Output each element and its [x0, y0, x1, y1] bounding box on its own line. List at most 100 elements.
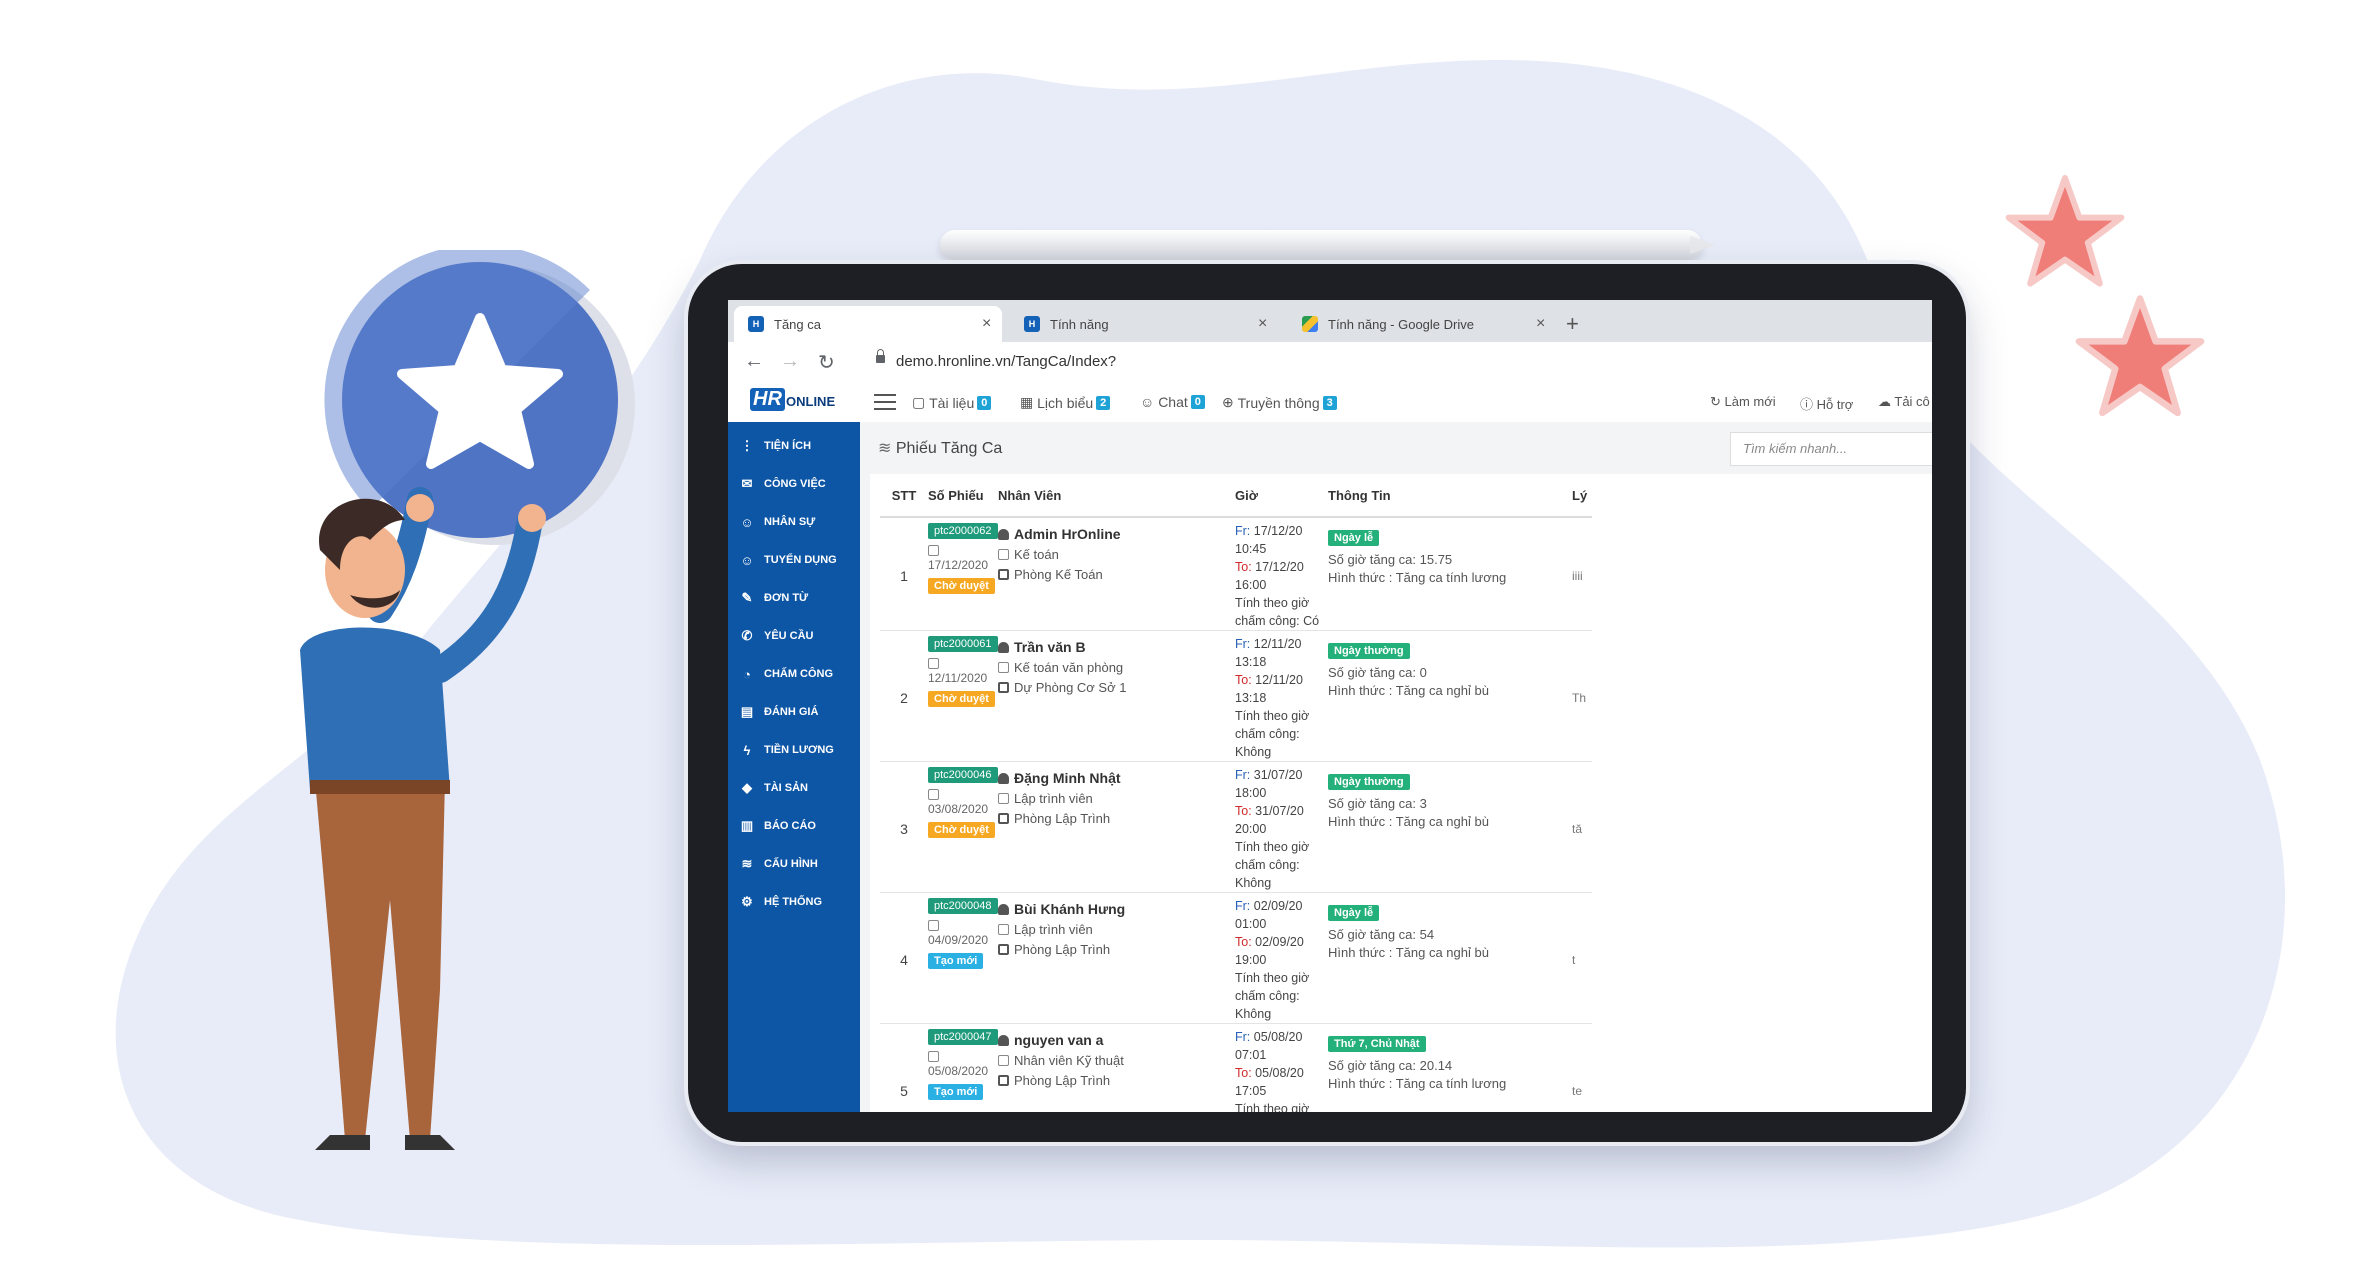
hronline-logo[interactable]: HR ONLINE — [728, 382, 860, 422]
col-nhan-vien[interactable]: Nhân Viên — [998, 474, 1235, 518]
browser-tab-tang-ca[interactable]: H Tăng ca × — [734, 306, 1002, 342]
employee-name[interactable]: Trần văn B — [998, 639, 1235, 655]
employee-name[interactable]: Bùi Khánh Hưng — [998, 901, 1235, 917]
close-tab-icon[interactable]: × — [1536, 315, 1545, 333]
book-icon: ▤ — [740, 704, 754, 719]
col-ly-do[interactable]: Lý — [1572, 474, 1592, 518]
row-reason: iiii — [1572, 517, 1592, 631]
google-drive-icon — [1302, 316, 1318, 332]
table-row[interactable]: 5 ptc2000047 05/08/2020 Tạo mới nguyen van a… — [880, 1023, 1592, 1112]
sidebar-item[interactable]: ✉ CÔNG VIỆC — [740, 474, 826, 494]
row-info: Ngày lễ Số giờ tăng ca: 15.75 Hình thức : … — [1328, 517, 1572, 631]
overtime-hours: Số giờ tăng ca: 0 — [1328, 665, 1427, 680]
table-row[interactable]: 3 ptc2000046 03/08/2020 Chờ duyệt Đặng Minh … — [880, 761, 1592, 893]
ticket-code-badge[interactable]: ptc2000061 — [928, 636, 998, 652]
refresh-icon: ↻ — [1710, 394, 1725, 409]
overtime-table-panel: STT Số Phiếu Nhân Viên Giờ Thông Tin Lý … — [870, 474, 1932, 1112]
sitemap-icon — [998, 813, 1009, 824]
refresh-button[interactable]: ↻ Làm mới — [1710, 394, 1776, 410]
overtime-form: Hình thức : Tăng ca nghỉ bù — [1328, 814, 1489, 829]
row-time: Fr: 05/08/20 07:01 To: 05/08/20 17:05 Tính… — [1235, 1023, 1328, 1112]
bar-chart-icon: ▥ — [740, 818, 754, 833]
row-reason: t — [1572, 892, 1592, 1024]
back-arrow-icon[interactable]: ← — [744, 350, 764, 373]
download-button[interactable]: ☁ Tải cô — [1878, 394, 1930, 410]
row-stt: 1 — [880, 517, 928, 631]
row-ticket: ptc2000061 12/11/2020 Chờ duyệt — [928, 630, 998, 762]
sidebar-item[interactable]: ϟ TIỀN LƯƠNG — [740, 740, 834, 760]
row-ticket: ptc2000062 17/12/2020 Chờ duyệt — [928, 517, 998, 631]
reload-icon[interactable]: ↻ — [818, 350, 835, 375]
id-card-icon — [998, 1055, 1009, 1066]
row-time: Fr: 12/11/20 13:18 To: 12/11/20 13:18 Tính… — [1235, 630, 1328, 762]
topnav-calendar[interactable]: ▦ Lịch biểu 2 — [1020, 394, 1111, 411]
table-row[interactable]: 1 ptc2000062 17/12/2020 Chờ duyệt Admin HrOn… — [880, 517, 1592, 631]
table-row[interactable]: 2 ptc2000061 12/11/2020 Chờ duyệt Trần văn B… — [880, 630, 1592, 762]
employee-name[interactable]: Admin HrOnline — [998, 526, 1235, 542]
sidebar-item[interactable]: ◆ TÀI SẢN — [740, 778, 808, 798]
ticket-code-badge[interactable]: ptc2000048 — [928, 898, 998, 914]
sidebar-item[interactable]: ⋮ TIỆN ÍCH — [740, 436, 812, 456]
sidebar-item[interactable]: ▤ ĐÁNH GIÁ — [740, 702, 819, 722]
col-stt[interactable]: STT — [880, 474, 928, 518]
browser-tab-google-drive[interactable]: Tính năng - Google Drive × — [1288, 306, 1554, 342]
sitemap-icon — [998, 682, 1009, 693]
sidebar-item[interactable]: ⚙ HỆ THỐNG — [740, 892, 822, 912]
sidebar-item[interactable]: ≋ CẤU HÌNH — [740, 854, 818, 874]
top-nav: ▢ Tài liệu 0 ▦ Lịch biểu 2 ☺ Chat 0 ⊕ Truyề… — [860, 382, 1932, 423]
calendar-icon — [928, 658, 939, 669]
status-badge: Tạo mới — [928, 953, 984, 969]
topnav-media[interactable]: ⊕ Truyền thông 3 — [1222, 394, 1337, 411]
tablet-screen: H Tăng ca × H Tính năng × Tính năng - Go… — [728, 300, 1932, 1112]
sidebar-item-label: ĐÁNH GIÁ — [764, 706, 819, 718]
row-reason: Th — [1572, 630, 1592, 762]
ticket-code-badge[interactable]: ptc2000047 — [928, 1029, 998, 1045]
ticket-date: 03/08/2020 — [928, 788, 998, 816]
row-stt: 3 — [880, 761, 928, 893]
tab-label: Tính năng - Google Drive — [1328, 316, 1474, 332]
employee-department: Phòng Kế Toán — [998, 567, 1235, 582]
url-field[interactable]: demo.hronline.vn/TangCa/Index? — [896, 353, 1116, 370]
address-bar: ← → ↻ demo.hronline.vn/TangCa/Index? — [728, 342, 1932, 383]
col-thong-tin[interactable]: Thông Tin — [1328, 474, 1572, 518]
row-info: Ngày thường Số giờ tăng ca: 0 Hình thức : … — [1328, 630, 1572, 762]
sidebar-item[interactable]: ☺ TUYỂN DỤNG — [740, 550, 836, 570]
sidebar-item[interactable]: ▥ BÁO CÁO — [740, 816, 816, 836]
sidebar-item[interactable]: ✆ YÊU CẦU — [740, 626, 814, 646]
sidebar-item-label: HỆ THỐNG — [764, 896, 823, 908]
tab-label: Tăng ca — [774, 316, 821, 332]
ticket-code-badge[interactable]: ptc2000062 — [928, 523, 998, 539]
employee-name[interactable]: nguyen van a — [998, 1032, 1235, 1048]
topnav-documents[interactable]: ▢ Tài liệu 0 — [912, 394, 992, 411]
forward-arrow-icon[interactable]: → — [780, 350, 800, 373]
sidebar-item[interactable]: ☺ NHÂN SỰ — [740, 512, 815, 532]
col-so-phieu[interactable]: Số Phiếu — [928, 474, 998, 518]
ticket-date: 12/11/2020 — [928, 657, 998, 685]
support-button[interactable]: ⓘ Hỗ trợ — [1800, 394, 1853, 413]
close-tab-icon[interactable]: × — [982, 315, 991, 333]
employee-department: Phòng Lập Trình — [998, 811, 1235, 826]
row-stt: 4 — [880, 892, 928, 1024]
overtime-form: Hình thức : Tăng ca tính lương — [1328, 570, 1507, 585]
col-gio[interactable]: Giờ — [1235, 474, 1328, 518]
user-plus-icon: ☺ — [740, 552, 754, 568]
hronline-favicon-icon: H — [748, 316, 764, 332]
day-type-badge: Thứ 7, Chủ Nhật — [1328, 1036, 1426, 1052]
sidebar-item[interactable]: ◔ CHẤM CÔNG — [740, 664, 833, 684]
employee-name[interactable]: Đặng Minh Nhật — [998, 770, 1235, 786]
badge: 0 — [977, 395, 992, 410]
sidebar-item[interactable]: ✎ ĐƠN TỪ — [740, 588, 809, 608]
quick-search-input[interactable]: Tìm kiếm nhanh... — [1730, 432, 1932, 466]
browser-tab-tinh-nang[interactable]: H Tính năng × — [1010, 306, 1276, 342]
new-tab-button[interactable]: + — [1566, 306, 1596, 342]
table-row[interactable]: 4 ptc2000048 04/09/2020 Tạo mới Bùi Khánh Hư… — [880, 892, 1592, 1024]
employee-position: Kế toán — [998, 547, 1235, 562]
inbox-icon: ✉ — [741, 476, 753, 491]
hamburger-menu-icon[interactable] — [874, 394, 896, 410]
calendar-icon — [928, 1051, 939, 1062]
ticket-code-badge[interactable]: ptc2000046 — [928, 767, 998, 783]
row-ticket: ptc2000048 04/09/2020 Tạo mới — [928, 892, 998, 1024]
topnav-chat[interactable]: ☺ Chat 0 — [1140, 394, 1205, 410]
calendar-icon — [928, 920, 939, 931]
close-tab-icon[interactable]: × — [1258, 315, 1267, 333]
